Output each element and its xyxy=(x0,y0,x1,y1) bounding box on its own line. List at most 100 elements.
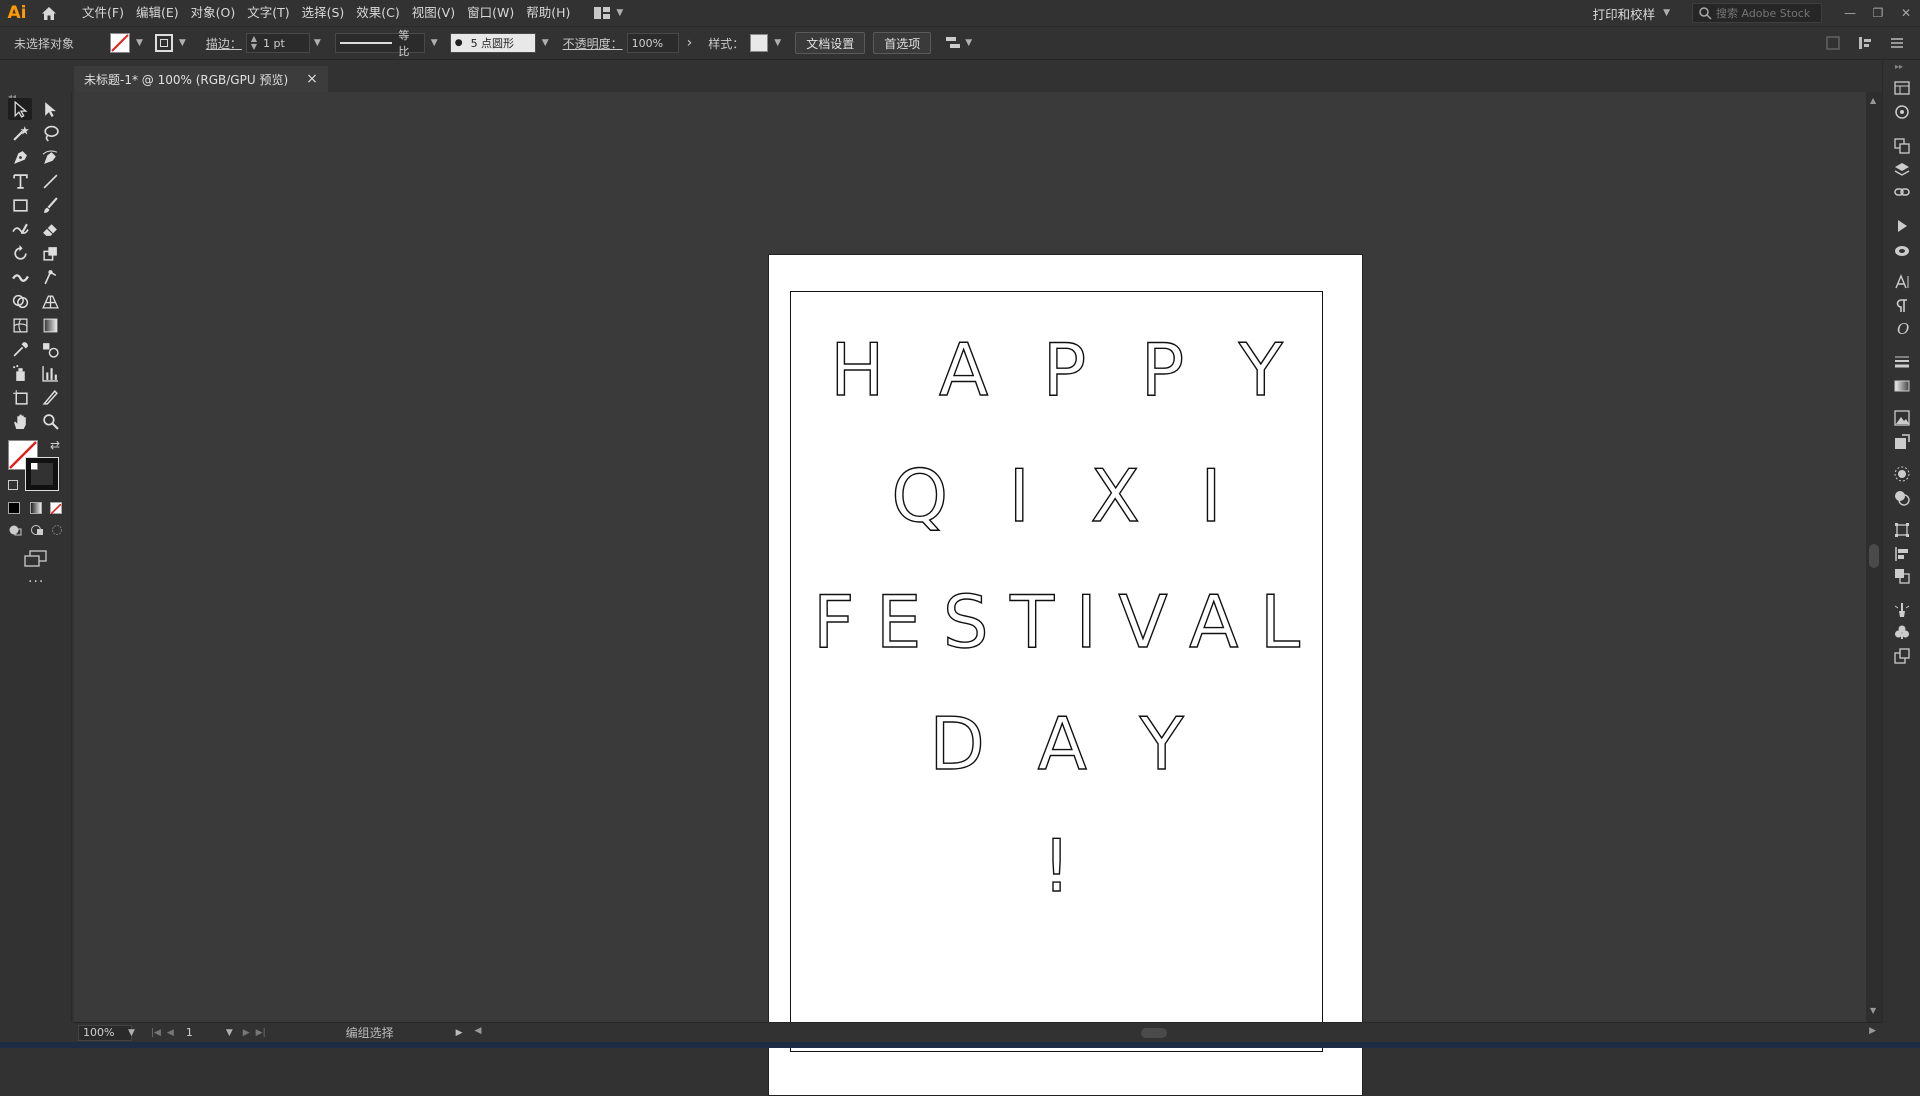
menu-window[interactable]: 窗口(W) xyxy=(461,0,520,26)
close-icon[interactable]: × xyxy=(306,71,318,87)
menu-effect[interactable]: 效果(C) xyxy=(350,0,405,26)
stroke-color-box[interactable] xyxy=(25,457,59,491)
scroll-up-icon[interactable]: ▲ xyxy=(1870,96,1876,105)
artboard[interactable]: H A P P Y Q I X I F E S T I V A L D A Y … xyxy=(768,254,1363,1096)
cc-libraries-icon[interactable] xyxy=(1892,240,1912,260)
stroke-label[interactable]: 描边： xyxy=(206,35,242,52)
artboard-tool-icon[interactable] xyxy=(8,386,32,408)
eyedropper-tool-icon[interactable] xyxy=(8,338,32,360)
type-tool-icon[interactable] xyxy=(8,170,32,192)
default-colors-icon[interactable] xyxy=(8,480,18,490)
vertical-scrollbar[interactable]: ▲ ▼ xyxy=(1866,92,1882,1022)
fill-swatch[interactable] xyxy=(110,33,130,53)
line-tool-icon[interactable] xyxy=(38,170,62,192)
doc-setup-button[interactable]: 文档设置 xyxy=(795,32,866,54)
canvas[interactable]: H A P P Y Q I X I F E S T I V A L D A Y … xyxy=(74,92,1866,1096)
menu-edit[interactable]: 编辑(E) xyxy=(130,0,185,26)
width-tool-icon[interactable] xyxy=(8,266,32,288)
panel-menu-icon[interactable] xyxy=(1890,36,1904,50)
chevron-right-icon[interactable]: › xyxy=(687,35,693,51)
stroke-panel-icon[interactable] xyxy=(1892,352,1912,372)
brushes-icon[interactable] xyxy=(1892,600,1912,620)
opentype-icon[interactable]: O xyxy=(1892,318,1912,338)
status-menu-icon[interactable]: ▶ xyxy=(456,1028,463,1038)
image-trace-icon[interactable] xyxy=(1892,408,1912,428)
stock-search-input[interactable] xyxy=(1716,6,1816,20)
draw-behind-icon[interactable] xyxy=(30,524,44,536)
character-icon[interactable] xyxy=(1892,272,1912,292)
menu-select[interactable]: 选择(S) xyxy=(296,0,351,26)
restore-button[interactable]: ❐ xyxy=(1864,0,1892,26)
curvature-tool-icon[interactable] xyxy=(38,146,62,168)
transform-panel-icon[interactable] xyxy=(1892,520,1912,540)
artboard-number-field[interactable]: 1 xyxy=(182,1025,226,1041)
arrange-documents-button[interactable]: ▼ xyxy=(594,7,623,19)
swap-fill-stroke-icon[interactable]: ⇄ xyxy=(50,438,60,452)
hand-tool-icon[interactable] xyxy=(8,410,32,432)
last-artboard-icon[interactable]: ▶| xyxy=(256,1028,266,1038)
shape-builder-tool-icon[interactable] xyxy=(8,290,32,312)
opacity-label[interactable]: 不透明度： xyxy=(563,35,623,52)
scroll-down-icon[interactable]: ▼ xyxy=(1870,1006,1876,1015)
scroll-right-icon[interactable]: ▶ xyxy=(1869,1026,1876,1036)
vertical-scroll-thumb[interactable] xyxy=(1869,544,1879,568)
symbols-icon[interactable] xyxy=(1892,622,1912,642)
text-line-happy[interactable]: H A P P Y xyxy=(791,333,1322,406)
draw-inside-icon[interactable] xyxy=(50,524,64,536)
preferences-button[interactable]: 首选项 xyxy=(873,32,932,54)
scroll-left-icon[interactable]: ◀ xyxy=(475,1026,482,1036)
menu-help[interactable]: 帮助(H) xyxy=(520,0,576,26)
chevron-down-icon[interactable]: ▼ xyxy=(128,1028,135,1038)
color-mode-icon[interactable] xyxy=(8,502,20,514)
draw-normal-icon[interactable] xyxy=(8,524,22,536)
gradient-tool-icon[interactable] xyxy=(38,314,62,336)
border-rectangle[interactable]: H A P P Y Q I X I F E S T I V A L D A Y … xyxy=(790,291,1323,1052)
zoom-tool-icon[interactable] xyxy=(38,410,62,432)
properties-icon[interactable] xyxy=(1892,78,1912,98)
scale-tool-icon[interactable] xyxy=(38,242,62,264)
none-mode-icon[interactable] xyxy=(50,502,62,515)
stroke-profile-select[interactable]: 等比 xyxy=(334,29,425,58)
menu-type[interactable]: 文字(T) xyxy=(241,0,295,26)
shaper-tool-icon[interactable] xyxy=(8,218,32,240)
style-swatch[interactable] xyxy=(750,34,769,52)
document-tab[interactable]: 未标题-1* @ 100% (RGB/GPU 预览) × xyxy=(74,66,328,92)
blend-tool-icon[interactable] xyxy=(38,338,62,360)
brush-select[interactable]: ● 5 点圆形 xyxy=(449,33,536,53)
slice-tool-icon[interactable] xyxy=(38,386,62,408)
text-line-festival[interactable]: F E S T I V A L xyxy=(791,585,1322,658)
next-artboard-icon[interactable]: ▶ xyxy=(243,1028,250,1038)
close-window-button[interactable]: ✕ xyxy=(1892,0,1920,26)
libraries-icon[interactable] xyxy=(1892,102,1912,122)
appearance-icon[interactable] xyxy=(1892,464,1912,484)
zoom-level-field[interactable]: 100% xyxy=(78,1024,132,1041)
align-panel-icon[interactable] xyxy=(1858,36,1872,50)
lasso-tool-icon[interactable] xyxy=(38,122,62,144)
perspective-grid-tool-icon[interactable] xyxy=(38,290,62,312)
chevron-down-icon[interactable]: ▼ xyxy=(774,38,781,48)
graphic-styles-icon[interactable] xyxy=(1892,488,1912,508)
actions-icon[interactable] xyxy=(1892,216,1912,236)
column-graph-tool-icon[interactable] xyxy=(38,362,62,384)
export-icon[interactable] xyxy=(1892,432,1912,452)
mesh-tool-icon[interactable] xyxy=(8,314,32,336)
horizontal-scrollbar[interactable]: ◀ ▶ xyxy=(469,1026,1882,1040)
pen-tool-icon[interactable] xyxy=(8,146,32,168)
dock-expand-icon[interactable]: ▸▸ xyxy=(1895,62,1903,71)
chevron-down-icon[interactable]: ▼ xyxy=(136,38,143,48)
links-icon[interactable] xyxy=(1892,182,1912,202)
paintbrush-tool-icon[interactable] xyxy=(38,194,62,216)
minimize-button[interactable]: — xyxy=(1836,0,1864,26)
workspace-switcher[interactable]: 打印和校样 ▼ xyxy=(1593,4,1670,23)
rectangle-tool-icon[interactable] xyxy=(8,194,32,216)
asset-export-icon[interactable] xyxy=(1892,646,1912,666)
prev-artboard-icon[interactable]: ◀ xyxy=(167,1028,174,1038)
edit-toolbar-icon[interactable]: ··· xyxy=(28,574,44,590)
gradient-mode-icon[interactable] xyxy=(30,502,42,514)
chevron-down-icon[interactable]: ▼ xyxy=(226,1028,233,1038)
stroke-swatch[interactable] xyxy=(154,34,173,52)
menu-file[interactable]: 文件(F) xyxy=(76,0,130,26)
horizontal-scroll-thumb[interactable] xyxy=(1140,1027,1167,1038)
text-line-exclamation[interactable]: ! xyxy=(791,829,1322,902)
stepper-icon[interactable]: ▲ ▼ xyxy=(251,35,257,51)
